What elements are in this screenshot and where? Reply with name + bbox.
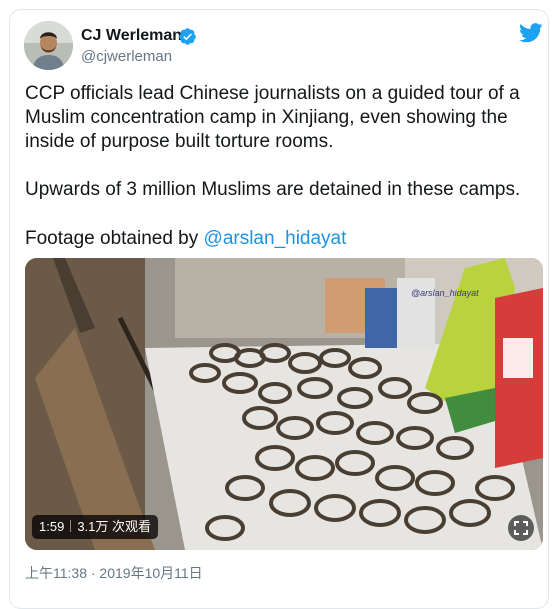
verified-badge-icon: [179, 28, 196, 45]
author-avatar[interactable]: [24, 21, 73, 70]
video-frame: [25, 258, 543, 550]
twitter-bird-icon[interactable]: [519, 23, 543, 43]
mention-link[interactable]: @arslan_hidayat: [204, 228, 347, 249]
tweet-text-paragraph-1: CCP officials lead Chinese journalists o…: [25, 83, 520, 152]
video-view-count: 3.1万 次观看: [77, 519, 151, 534]
author-handle[interactable]: @cjwerleman: [81, 48, 172, 65]
fullscreen-icon[interactable]: [508, 515, 534, 541]
video-info-badge: 1:59 3.1万 次观看: [32, 515, 158, 539]
video-duration: 1:59: [39, 519, 65, 534]
tweet-text-paragraph-2: Upwards of 3 million Muslims are detaine…: [25, 179, 521, 200]
tweet-timestamp[interactable]: 上午11:38 · 2019年10月11日: [25, 563, 203, 583]
tweet-card[interactable]: CJ Werleman @cjwerleman CCP officials le…: [9, 9, 549, 609]
video-player[interactable]: @arslan_hidayat: [25, 258, 543, 550]
video-watermark: @arslan_hidayat: [411, 288, 479, 298]
tweet-text-paragraph-3: Footage obtained by @arslan_hidayat: [25, 227, 540, 251]
footage-label: Footage obtained by: [25, 228, 204, 249]
author-name[interactable]: CJ Werleman: [81, 27, 182, 45]
